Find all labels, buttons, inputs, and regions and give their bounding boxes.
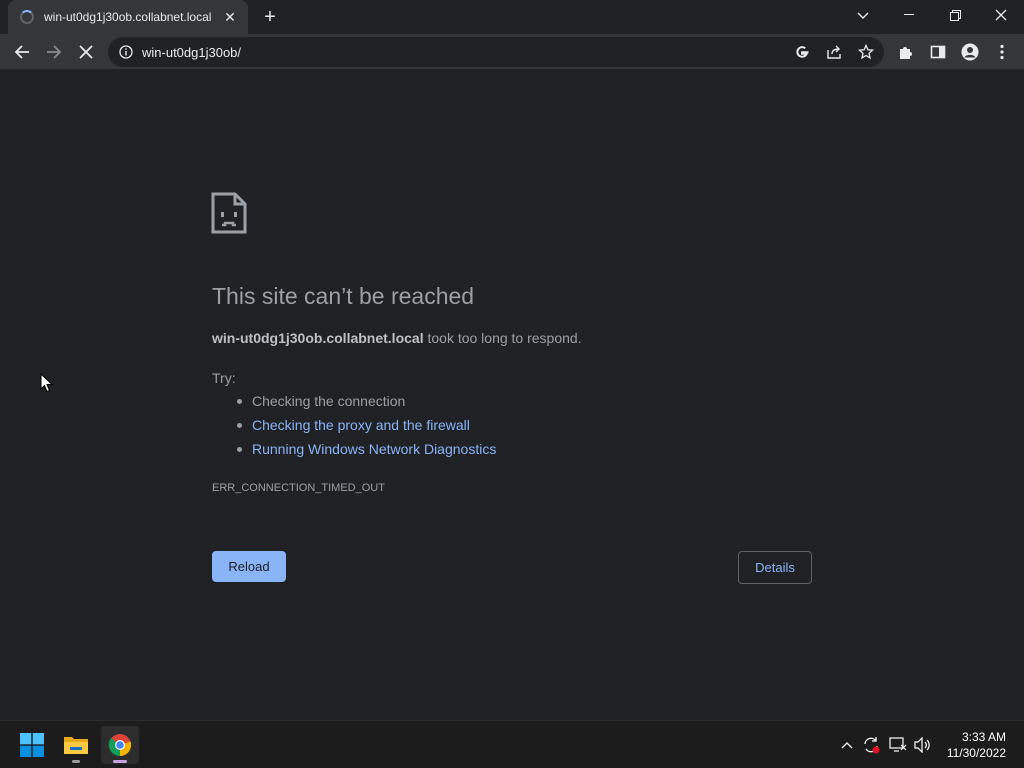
suggestion-check-connection: Checking the connection: [236, 392, 496, 416]
site-info-icon[interactable]: [118, 44, 134, 60]
reload-button[interactable]: Reload: [212, 551, 286, 582]
profile-button[interactable]: [956, 38, 984, 66]
close-window-button[interactable]: [978, 0, 1024, 30]
clock-date: 11/30/2022: [946, 746, 1006, 760]
sad-page-icon: [211, 192, 247, 234]
taskbar-clock[interactable]: 3:33 AM 11/30/2022: [947, 729, 1006, 761]
active-app-indicator: [113, 760, 127, 763]
restore-icon: [949, 9, 961, 21]
suggestion-network-diagnostics-link[interactable]: Running Windows Network Diagnostics: [236, 440, 496, 464]
running-indicator: [72, 760, 80, 763]
arrow-right-icon: [47, 45, 62, 59]
chevron-up-icon: [841, 742, 853, 749]
error-description: win-ut0dg1j30ob.collabnet.local took too…: [212, 330, 582, 346]
side-panel-button[interactable]: [924, 38, 952, 66]
puzzle-icon: [900, 47, 912, 59]
minimize-icon: [904, 14, 914, 15]
chrome-taskbar-button[interactable]: [101, 726, 139, 764]
stop-loading-button[interactable]: [72, 38, 100, 66]
folder-icon: [64, 737, 88, 754]
error-heading: This site can’t be reached: [212, 283, 475, 309]
menu-button[interactable]: [988, 38, 1016, 66]
show-hidden-icons-button[interactable]: [837, 735, 857, 755]
network-icon[interactable]: [888, 735, 908, 755]
taskbar: 3:33 AM 11/30/2022: [0, 720, 1024, 768]
file-explorer-button[interactable]: [57, 726, 95, 764]
avatar-icon: [961, 43, 979, 61]
chevron-down-icon: [857, 12, 869, 19]
mouse-cursor-icon: [40, 373, 54, 393]
forward-button[interactable]: [40, 38, 68, 66]
chrome-icon: [108, 734, 132, 757]
clock-time: 3:33 AM: [961, 730, 1006, 744]
address-url: win-ut0dg1j30ob/: [142, 44, 242, 60]
suggestions-list: Checking the connection Checking the pro…: [236, 392, 496, 464]
sync-status-icon[interactable]: [861, 735, 881, 755]
tab-strip: win-ut0dg1j30ob.collabnet.local ✕ +: [0, 0, 1024, 34]
try-label: Try:: [212, 370, 236, 386]
arrow-left-icon: [14, 45, 29, 59]
close-icon: [995, 9, 1007, 21]
error-host: win-ut0dg1j30ob.collabnet.local: [212, 330, 424, 346]
tab-search-button[interactable]: [850, 4, 876, 28]
start-button[interactable]: [13, 726, 51, 764]
suggestion-check-proxy-link[interactable]: Checking the proxy and the firewall: [236, 416, 496, 440]
side-panel-icon: [930, 45, 946, 59]
details-button[interactable]: Details: [738, 551, 812, 584]
address-bar[interactable]: win-ut0dg1j30ob/: [108, 37, 884, 67]
error-message: took too long to respond.: [423, 330, 582, 346]
loading-spinner-icon: [20, 10, 34, 24]
restore-button[interactable]: [932, 0, 978, 30]
tab-active[interactable]: win-ut0dg1j30ob.collabnet.local ✕: [8, 0, 248, 34]
share-icon[interactable]: [823, 41, 845, 63]
bookmark-star-icon[interactable]: [855, 41, 877, 63]
tab-title: win-ut0dg1j30ob.collabnet.local: [44, 10, 212, 24]
error-code: ERR_CONNECTION_TIMED_OUT: [212, 482, 385, 494]
error-page: This site can’t be reached win-ut0dg1j30…: [0, 70, 1024, 720]
windows-logo-icon: [20, 733, 44, 757]
new-tab-button[interactable]: +: [258, 5, 282, 29]
kebab-menu-icon: [1000, 44, 1004, 60]
volume-icon[interactable]: [913, 735, 933, 755]
extensions-button[interactable]: [892, 38, 920, 66]
browser-toolbar: win-ut0dg1j30ob/: [0, 34, 1024, 70]
minimize-button[interactable]: [886, 0, 932, 30]
close-icon: [79, 45, 93, 59]
google-lens-icon[interactable]: [791, 41, 813, 63]
back-button[interactable]: [8, 38, 36, 66]
tab-close-button[interactable]: ✕: [218, 5, 242, 29]
